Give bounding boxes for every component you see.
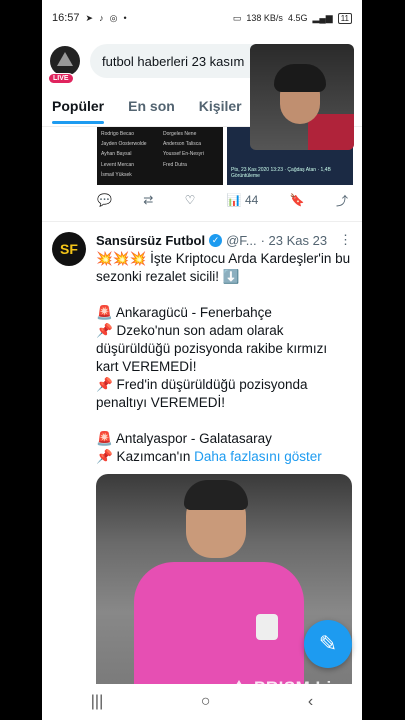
tweet-line: 📌 Dzeko'nun son adam olarak düşürüldüğü … (96, 323, 328, 374)
show-more-link[interactable]: Daha fazlasını göster (194, 449, 322, 464)
tweet-line: 💥💥💥 İşte Kriptocu Arda Kardeşler'in bu s… (96, 251, 351, 284)
fifa-badge-icon (256, 614, 278, 640)
tweet-line: 📌 Fred'in düşürüldüğü pozisyonda penaltı… (96, 377, 308, 410)
bookmark-icon[interactable]: 🔖 (290, 193, 305, 207)
prism-live-watermark: PRISM Live (230, 678, 352, 698)
lineup-name: Youssef En-Nesyri (163, 151, 204, 158)
prism-logo-icon (230, 680, 248, 695)
profile-avatar[interactable]: LIVE (48, 46, 80, 84)
lineup-name: Rodrigo Becao (101, 131, 135, 137)
status-bar: 16:57 ➤ ♪ ◎ • ▭ 138 KB/s 4.5G ▂▄▆ 11 (42, 0, 362, 36)
compose-icon[interactable]: ✎ (304, 620, 352, 668)
tweet-photo[interactable] (96, 474, 352, 704)
tweet-header: Sansürsüz Futbol ✓ @F... · 23 Kas 23 ⋮ (96, 232, 352, 248)
reply-icon[interactable]: 💬 (97, 193, 112, 207)
lineup-name: Fred Dutra (163, 161, 187, 168)
dot-icon: • (123, 13, 127, 23)
status-time: 16:57 (52, 12, 80, 24)
lineup-name: Anderson Talisca (163, 141, 201, 148)
lineup-name: İsmail Yüksek (101, 171, 132, 178)
more-options-icon[interactable]: ⋮ (339, 232, 352, 248)
recent-apps-icon[interactable]: ||| (91, 693, 103, 711)
lineup-name: Levent Mercan (101, 161, 135, 168)
signal-icon: ▂▄▆ (312, 12, 333, 23)
triangle-logo-icon (57, 52, 73, 66)
network-speed: 138 KB/s (246, 13, 283, 23)
tweet-date: · 23 Kas 23 (260, 232, 328, 248)
lineup-name: Dorgeles Nene (163, 131, 197, 137)
cast-icon: ▭ (232, 12, 242, 23)
telegram-icon: ➤ (85, 12, 94, 23)
tweet-text: 💥💥💥 İşte Kriptocu Arda Kardeşler'in bu s… (96, 250, 352, 466)
cam-shirt (308, 114, 354, 150)
tweet-line: 🚨 Antalyaspor - Galatasaray (96, 431, 272, 446)
views-count[interactable]: 📊 44 (227, 193, 259, 207)
tweet-avatar[interactable]: SF (52, 232, 86, 266)
network-type: 4.5G (287, 13, 308, 23)
tweet-handle[interactable]: @F... (226, 233, 257, 248)
lineup-name: Ayhan Baysal (101, 151, 132, 158)
thumbnail-caption: Pts, 23 Kas 2020 13:23 · Çağdaş Atan · 1… (231, 167, 331, 179)
like-icon[interactable]: ♡ (185, 193, 196, 207)
tweet-author-name[interactable]: Sansürsüz Futbol (96, 233, 205, 248)
instagram-icon: ◎ (109, 12, 118, 23)
live-badge: LIVE (48, 73, 74, 84)
tiktok-icon: ♪ (99, 13, 104, 23)
share-icon[interactable]: ⤴ (336, 192, 348, 209)
tab-popular[interactable]: Popüler (52, 88, 105, 124)
verified-badge-icon: ✓ (209, 233, 223, 247)
cam-hair (274, 64, 326, 92)
battery-level: 11 (337, 12, 352, 24)
tab-people[interactable]: Kişiler (199, 88, 242, 124)
referee-hair (184, 480, 248, 510)
tweet-line-last: 📌 Kazımcan'ın Daha fazlasını göster (96, 449, 322, 464)
retweet-icon[interactable]: ⇄ (143, 193, 153, 207)
previous-tweet-actions: 💬 ⇄ ♡ 📊 44 🔖 ⤴ (42, 185, 362, 215)
tab-latest[interactable]: En son (128, 88, 175, 124)
home-icon[interactable]: ○ (201, 693, 211, 711)
media-thumbnail-lineup[interactable]: Rodrigo Becao Dorgeles Nene Jayden Ooste… (97, 127, 223, 185)
camera-overlay (250, 44, 354, 150)
tweet-line: 🚨 Ankaragücü - Fenerbahçe (96, 305, 272, 320)
lineup-name: Jayden Oosterwolde (101, 141, 147, 148)
